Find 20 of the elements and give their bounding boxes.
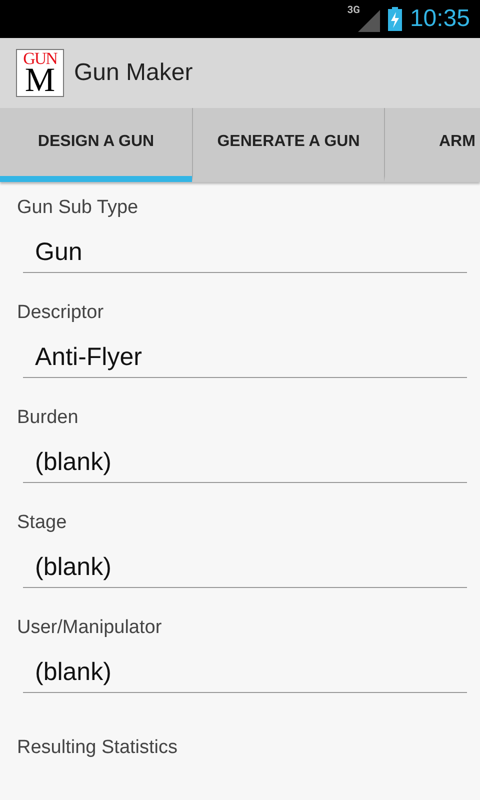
tab[interactable]: ARM — [384, 108, 480, 182]
section-heading: Resulting Statistics — [17, 737, 179, 759]
field-label: Descriptor — [17, 301, 105, 325]
dropdown-field[interactable]: Anti-Flyer — [23, 337, 467, 378]
field-label: User/Manipulator — [17, 616, 163, 640]
dropdown-field[interactable]: (blank) — [23, 652, 467, 693]
dropdown-field[interactable]: (blank) — [23, 442, 467, 483]
field-label: Stage — [17, 511, 68, 535]
app-title: Gun Maker — [74, 59, 193, 87]
app-logo: GUN M — [16, 49, 64, 97]
field-label: Gun Sub Type — [17, 196, 140, 220]
clock: 10:35 — [410, 5, 470, 33]
network-label: 3G — [347, 6, 360, 16]
tab[interactable]: GENERATE A GUN — [192, 108, 384, 182]
dropdown-field[interactable]: Gun — [23, 232, 467, 273]
tab[interactable]: DESIGN A GUN — [0, 108, 192, 182]
signal-icon — [358, 10, 380, 32]
battery-charging-icon — [388, 7, 402, 31]
field-label: Burden — [17, 406, 80, 430]
dropdown-field[interactable]: (blank) — [23, 547, 467, 588]
